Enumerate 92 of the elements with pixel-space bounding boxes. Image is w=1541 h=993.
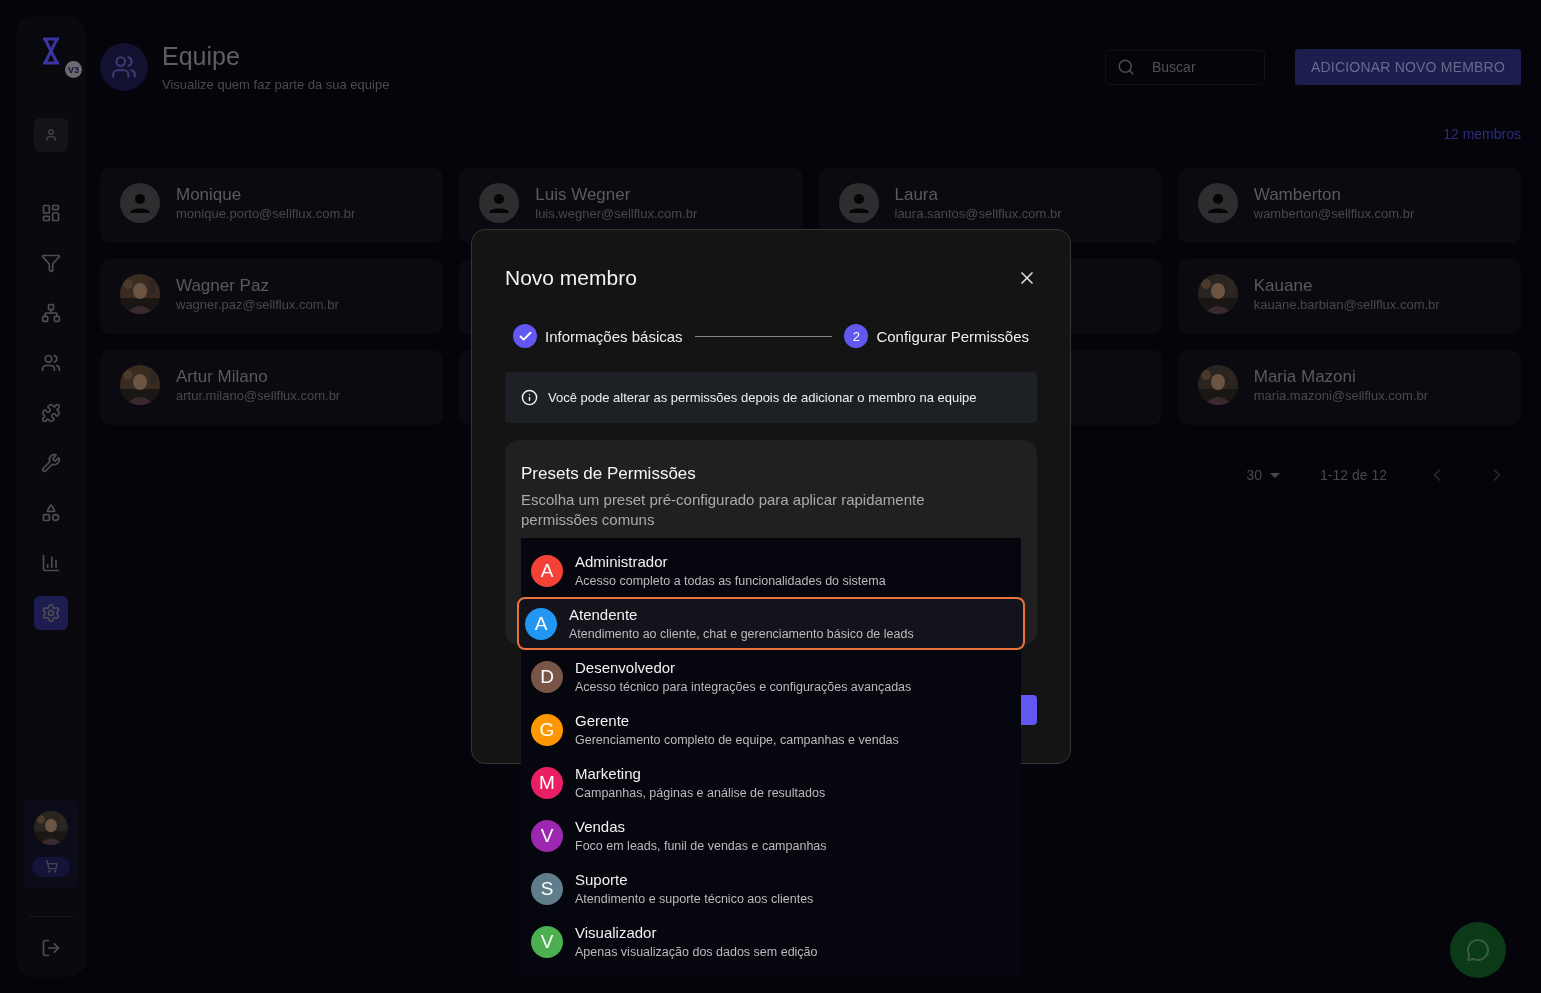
dashboard-icon	[41, 203, 61, 223]
preset-avatar: V	[531, 819, 563, 852]
preset-description: Campanhas, páginas e análise de resultados	[575, 786, 826, 800]
member-email: luis.wegner@sellflux.com.br	[535, 206, 698, 221]
preset-option[interactable]: D Desenvolvedor Acesso técnico para integrações e configurações avançadas	[521, 650, 1021, 703]
preset-name: Marketing	[575, 765, 642, 782]
preset-option[interactable]: V Visualizador Apenas visualização dos dados sem edição	[521, 915, 1021, 968]
member-name: Kauane	[1253, 275, 1314, 296]
preset-name: Atendente	[569, 606, 639, 623]
rows-per-page-select[interactable]: 30	[1246, 467, 1281, 483]
preset-description: Atendimento e suporte técnico aos clientes	[575, 892, 814, 906]
page-title: Equipe	[162, 42, 241, 71]
team-icon	[41, 353, 61, 373]
preset-avatar: D	[531, 660, 563, 693]
preset-name: Desenvolvedor	[575, 659, 677, 676]
preset-description: Foco em leads, funil de vendas e campanhas	[575, 839, 827, 853]
presets-description: Escolha um preset pré-configurado para aplicar rapidamente permissões comuns	[521, 490, 926, 530]
settings-icon	[41, 603, 61, 623]
preset-option[interactable]: A Atendente Atendimento ao cliente, chat e gerenciamento básico de leads	[517, 597, 1025, 650]
hierarchy-icon	[41, 303, 61, 323]
search-field[interactable]: Buscar	[1105, 49, 1265, 85]
step-label: Configurar Permissões	[876, 327, 1029, 345]
step-label: Informações básicas	[545, 327, 683, 345]
preset-option[interactable]: M Marketing Campanhas, páginas e análise de resultados	[521, 756, 1021, 809]
preset-description: Acesso completo a todas as funcionalidades do sistema	[575, 574, 886, 588]
member-name: Wagner Paz	[176, 275, 270, 296]
page-range: 1-12 de 12	[1320, 467, 1387, 483]
team-icon	[100, 43, 148, 91]
user-icon	[44, 128, 58, 142]
whatsapp-button[interactable]	[1450, 922, 1506, 978]
preset-description: Acesso técnico para integrações e configurações avançadas	[575, 680, 912, 694]
bar-chart-icon	[41, 553, 61, 573]
info-icon	[521, 389, 538, 406]
step-number: 2	[844, 324, 869, 348]
member-card[interactable]: Wagner Paz wagner.paz@sellflux.com.br	[100, 259, 444, 334]
filter-icon	[41, 253, 61, 273]
preset-avatar: M	[531, 766, 563, 799]
member-name: Luis Wegner	[535, 184, 632, 205]
cart-icon	[44, 860, 58, 874]
member-name: Monique	[176, 184, 243, 205]
info-text: Você pode alterar as permissões depois de adicionar o membro na equipe	[548, 390, 977, 405]
member-email: wamberton@sellflux.com.br	[1253, 206, 1415, 221]
member-email: laura.santos@sellflux.com.br	[894, 206, 1062, 221]
preset-description: Apenas visualização dos dados sem edição	[575, 945, 818, 959]
preset-name: Visualizador	[575, 924, 658, 941]
preset-option[interactable]: V Vendas Foco em leads, funil de vendas e campanhas	[521, 809, 1021, 862]
preset-name: Suporte	[575, 871, 629, 888]
dialog-title: Novo membro	[505, 266, 637, 290]
avatar-icon	[120, 182, 160, 223]
member-email: kauane.barbian@sellflux.com.br	[1253, 297, 1440, 312]
preset-option[interactable]: A Administrador Acesso completo a todas as funcionalidades do sistema	[521, 544, 1021, 597]
member-email: monique.porto@sellflux.com.br	[176, 206, 356, 221]
puzzle-icon	[41, 403, 61, 423]
preset-option[interactable]: G Gerente Gerenciamento completo de equipe, campanhas e vendas	[521, 703, 1021, 756]
wrench-icon	[41, 453, 61, 473]
member-card[interactable]: Monique monique.porto@sellflux.com.br	[100, 168, 444, 243]
member-card[interactable]: Wamberton wamberton@sellflux.com.br	[1177, 168, 1521, 243]
member-email: maria.mazoni@sellflux.com.br	[1253, 388, 1429, 403]
preset-name: Administrador	[575, 553, 669, 570]
sidebar-item[interactable]	[34, 118, 68, 152]
member-card[interactable]: Artur Milano artur.milano@sellflux.com.br	[100, 350, 444, 425]
member-card[interactable]: Maria Mazoni maria.mazoni@sellflux.com.br	[1177, 350, 1521, 425]
preset-option[interactable]: S Suporte Atendimento e suporte técnico aos clientes	[521, 862, 1021, 915]
logout-icon	[41, 938, 61, 958]
caret-icon	[1270, 472, 1281, 478]
hourglass-logo-icon[interactable]	[41, 37, 61, 65]
member-email: artur.milano@sellflux.com.br	[176, 388, 341, 403]
presets-title: Presets de Permissões	[521, 464, 697, 484]
preset-avatar: V	[531, 925, 563, 958]
sidebar-item[interactable]	[34, 596, 68, 630]
page-subtitle: Visualize quem faz parte da sua equipe	[162, 77, 391, 92]
member-email: wagner.paz@sellflux.com.br	[176, 297, 339, 312]
member-card[interactable]: Kauane kauane.barbian@sellflux.com.br	[1177, 259, 1521, 334]
preset-avatar: G	[531, 713, 563, 746]
version-badge: V3	[65, 61, 82, 78]
add-member-button[interactable]: ADICIONAR NOVO MEMBRO	[1295, 49, 1521, 85]
member-name: Wamberton	[1253, 184, 1342, 205]
chat-icon	[1466, 938, 1490, 962]
preset-name: Gerente	[575, 712, 631, 729]
member-name: Artur Milano	[176, 366, 269, 387]
widgets-icon	[41, 503, 61, 523]
preset-avatar: S	[531, 872, 563, 905]
preset-avatar: A	[531, 554, 563, 587]
preset-description: Gerenciamento completo de equipe, campanhas e vendas	[575, 733, 899, 747]
member-count: 12 membros	[1443, 126, 1521, 142]
preset-description: Atendimento ao cliente, chat e gerenciamento básico de leads	[569, 627, 914, 641]
preset-avatar: A	[525, 607, 557, 640]
member-name: Laura	[894, 184, 939, 205]
search-icon	[1117, 57, 1135, 76]
cart-button[interactable]	[32, 856, 70, 877]
preset-name: Vendas	[575, 818, 627, 835]
member-name: Maria Mazoni	[1253, 366, 1357, 387]
